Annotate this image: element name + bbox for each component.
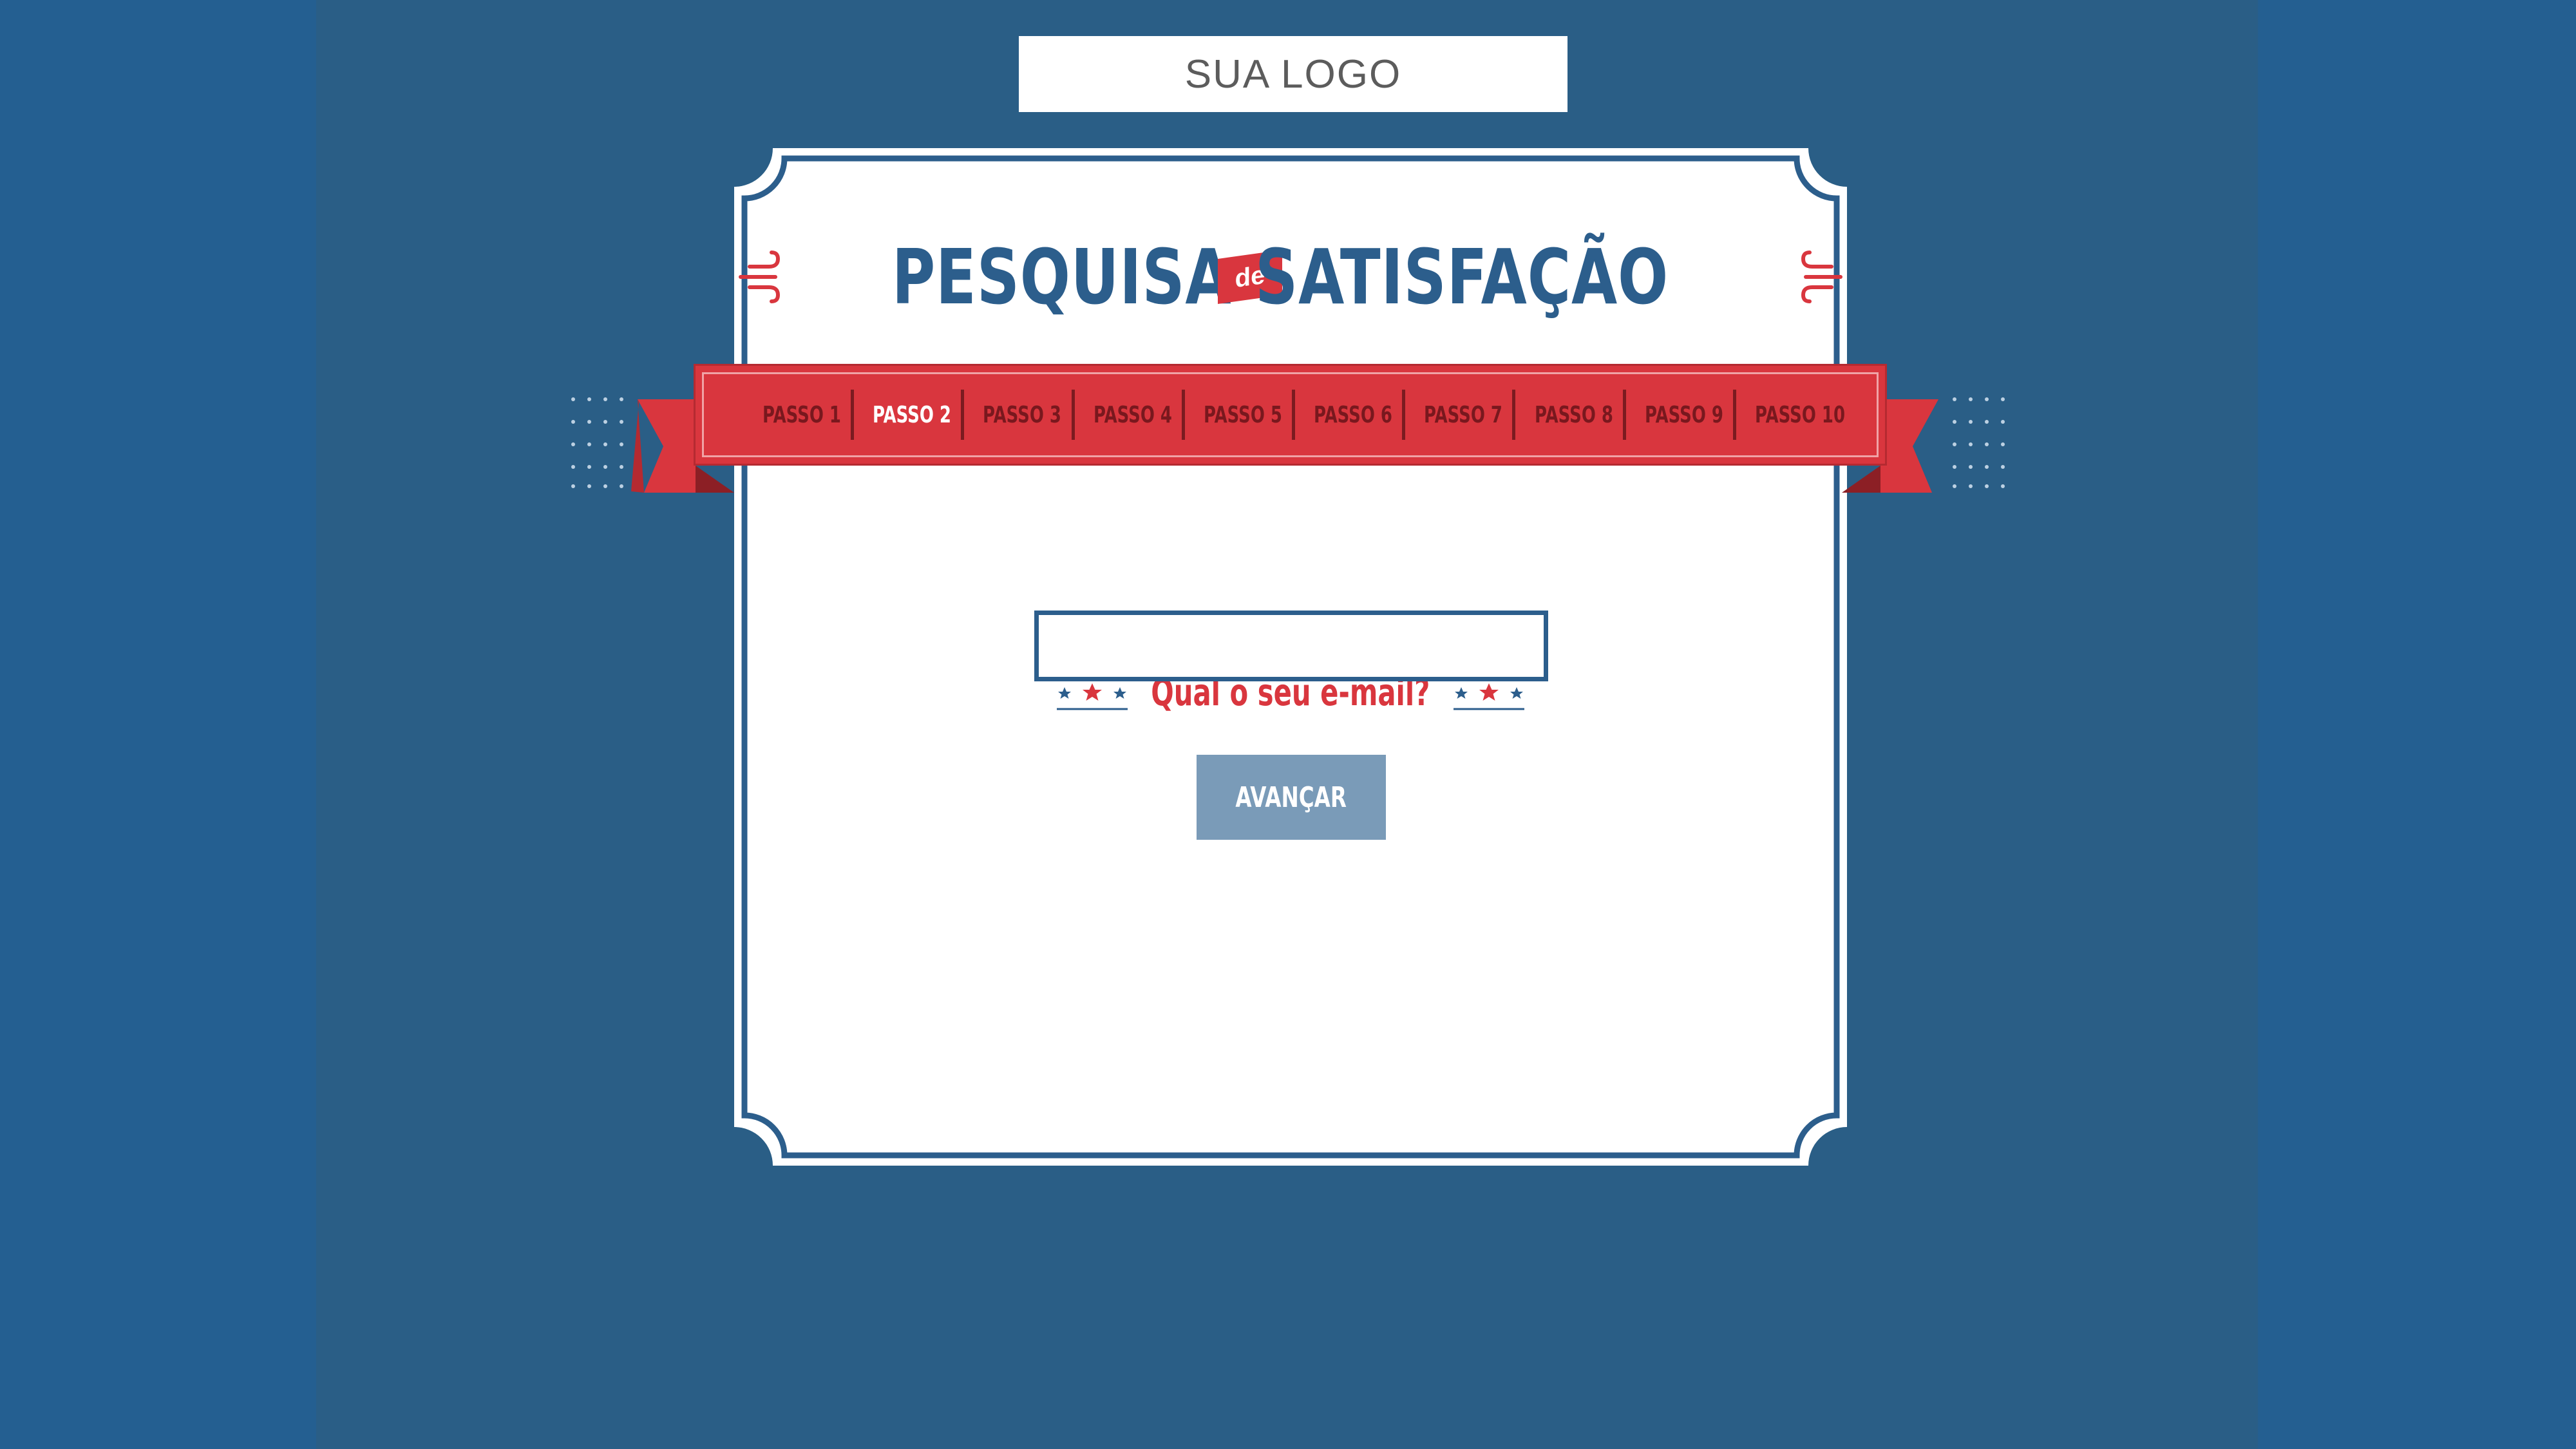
- step-divider: [1402, 390, 1406, 440]
- ribbon-band: PASSO 1 PASSO 2 PASSO 3 PASSO 4 PASSO 5 …: [694, 364, 1887, 466]
- title-right-word: SATISFAÇÃO: [1255, 232, 1669, 321]
- advance-button-label: AVANÇAR: [1235, 781, 1347, 814]
- step-6[interactable]: PASSO 6: [1314, 402, 1392, 428]
- logo-placeholder: SUA LOGO: [1019, 36, 1567, 112]
- step-4[interactable]: PASSO 4: [1094, 402, 1172, 428]
- logo-text: SUA LOGO: [1184, 52, 1402, 97]
- step-divider: [1071, 390, 1075, 440]
- step-divider: [1732, 390, 1736, 440]
- title-left-word: PESQUISA: [892, 232, 1232, 321]
- step-1[interactable]: PASSO 1: [762, 402, 841, 428]
- left-swirl-ornament: [739, 251, 781, 303]
- step-5[interactable]: PASSO 5: [1204, 402, 1282, 428]
- steps-nav: PASSO 1 PASSO 2 PASSO 3 PASSO 4 PASSO 5 …: [702, 372, 1879, 457]
- step-divider: [961, 390, 965, 440]
- advance-button[interactable]: AVANÇAR: [1197, 755, 1386, 840]
- steps-ribbon: PASSO 1 PASSO 2 PASSO 3 PASSO 4 PASSO 5 …: [567, 364, 2009, 499]
- step-divider: [1622, 390, 1626, 440]
- survey-title: PESQUISA de SATISFAÇÃO: [734, 232, 1847, 322]
- step-8[interactable]: PASSO 8: [1535, 402, 1613, 428]
- right-swirl-ornament: [1801, 251, 1842, 303]
- step-10[interactable]: PASSO 10: [1755, 402, 1845, 428]
- step-2-active[interactable]: PASSO 2: [873, 402, 951, 428]
- survey-card: PESQUISA de SATISFAÇÃO Qual o seu e-mail…: [734, 148, 1847, 1166]
- step-7[interactable]: PASSO 7: [1424, 402, 1502, 428]
- step-divider: [1291, 390, 1295, 440]
- step-divider: [851, 390, 855, 440]
- step-divider: [1181, 390, 1185, 440]
- step-3[interactable]: PASSO 3: [983, 402, 1061, 428]
- step-divider: [1512, 390, 1516, 440]
- step-9[interactable]: PASSO 9: [1645, 402, 1723, 428]
- email-input[interactable]: [1034, 611, 1548, 681]
